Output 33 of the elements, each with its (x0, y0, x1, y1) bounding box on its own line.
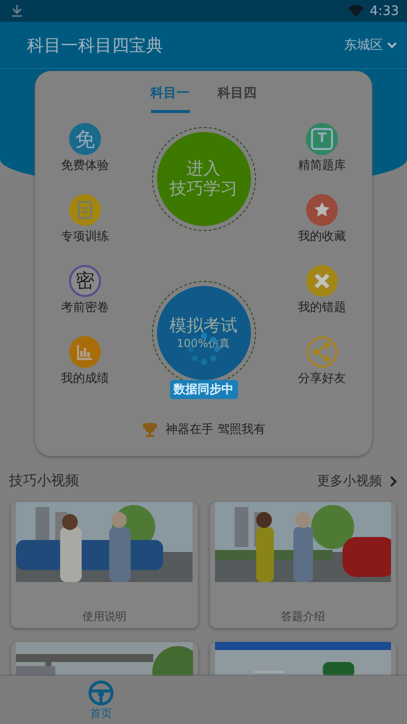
feature-button[interactable]: 我的收藏 (282, 194, 362, 245)
feature-button[interactable]: T 精简题库 (282, 123, 362, 174)
loading-text: 数据同步中 (170, 380, 238, 399)
download-icon (12, 5, 22, 17)
chevron-right-icon (390, 476, 397, 486)
city-dropdown[interactable]: 东城区 (344, 36, 397, 54)
video-caption: 使用说明 (82, 609, 126, 624)
wifi-icon (348, 5, 364, 17)
app-title: 科目一科目四宝典 (27, 34, 164, 56)
subject-tab[interactable]: 科目四 (218, 83, 256, 113)
section-title: 技巧小视频 (9, 472, 79, 490)
video-card[interactable]: 使用说明 (11, 502, 198, 628)
feature-button[interactable]: 分享好友 (282, 336, 362, 387)
subject-tab[interactable]: 科目一 (150, 83, 190, 113)
feature-button[interactable]: 我的成绩 (45, 336, 125, 387)
feature-icon: T (306, 123, 338, 155)
feature-button[interactable]: 我的错题 (282, 265, 362, 316)
video-caption: 答题介绍 (280, 609, 325, 624)
feature-button[interactable]: 免 免费体验 (45, 123, 125, 174)
feature-icon: 免 (69, 123, 101, 155)
trophy-icon (142, 422, 158, 438)
feature-icon: 密 (69, 265, 101, 297)
home-tab[interactable]: 首页 (88, 676, 114, 724)
video-card[interactable]: 答题介绍 (210, 502, 396, 628)
steering-wheel-icon (88, 680, 114, 706)
chevron-down-icon (387, 42, 397, 48)
feature-button[interactable]: 密 考前密卷 (45, 265, 125, 316)
clock-time: 4:33 (370, 4, 399, 18)
feature-button[interactable]: 专项训练 (45, 194, 125, 245)
more-videos-link[interactable]: 更多小视频 (317, 472, 397, 490)
slogan-text: 神器在手 驾照我有 (166, 421, 266, 438)
study-button[interactable]: 进入 技巧学习 (156, 132, 250, 226)
mock-exam-button[interactable]: 模拟考试 100%仿真 (156, 286, 250, 380)
